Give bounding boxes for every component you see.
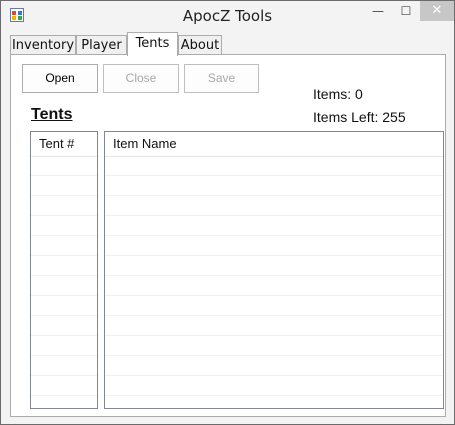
tab-about[interactable]: About xyxy=(178,35,222,54)
save-button[interactable]: Save xyxy=(184,64,259,93)
tents-panel: Open Close Save Items: 0 Items Left: 255… xyxy=(10,54,446,417)
title-bar[interactable]: ApocZ Tools — ☐ ✕ xyxy=(1,1,454,31)
items-count: Items: 0 xyxy=(313,86,363,102)
tent-list[interactable]: Tent # xyxy=(30,131,98,409)
open-button[interactable]: Open xyxy=(22,64,98,93)
maximize-button[interactable]: ☐ xyxy=(392,1,420,21)
tents-heading: Tents xyxy=(31,106,73,123)
tab-player[interactable]: Player xyxy=(76,35,127,54)
tent-list-rows[interactable] xyxy=(31,156,97,408)
item-list[interactable]: Item Name xyxy=(104,131,444,409)
tab-tents[interactable]: Tents xyxy=(127,32,178,56)
item-name-column-header[interactable]: Item Name xyxy=(105,132,443,157)
app-window: ApocZ Tools — ☐ ✕ Inventory Player Tents… xyxy=(0,0,455,425)
tab-inventory[interactable]: Inventory xyxy=(10,35,76,54)
tent-number-column-header[interactable]: Tent # xyxy=(31,132,97,157)
items-left-count: Items Left: 255 xyxy=(313,109,406,125)
item-list-rows[interactable] xyxy=(105,156,443,408)
minimize-button[interactable]: — xyxy=(364,1,392,21)
close-window-button[interactable]: ✕ xyxy=(420,1,454,21)
close-button[interactable]: Close xyxy=(103,64,179,93)
